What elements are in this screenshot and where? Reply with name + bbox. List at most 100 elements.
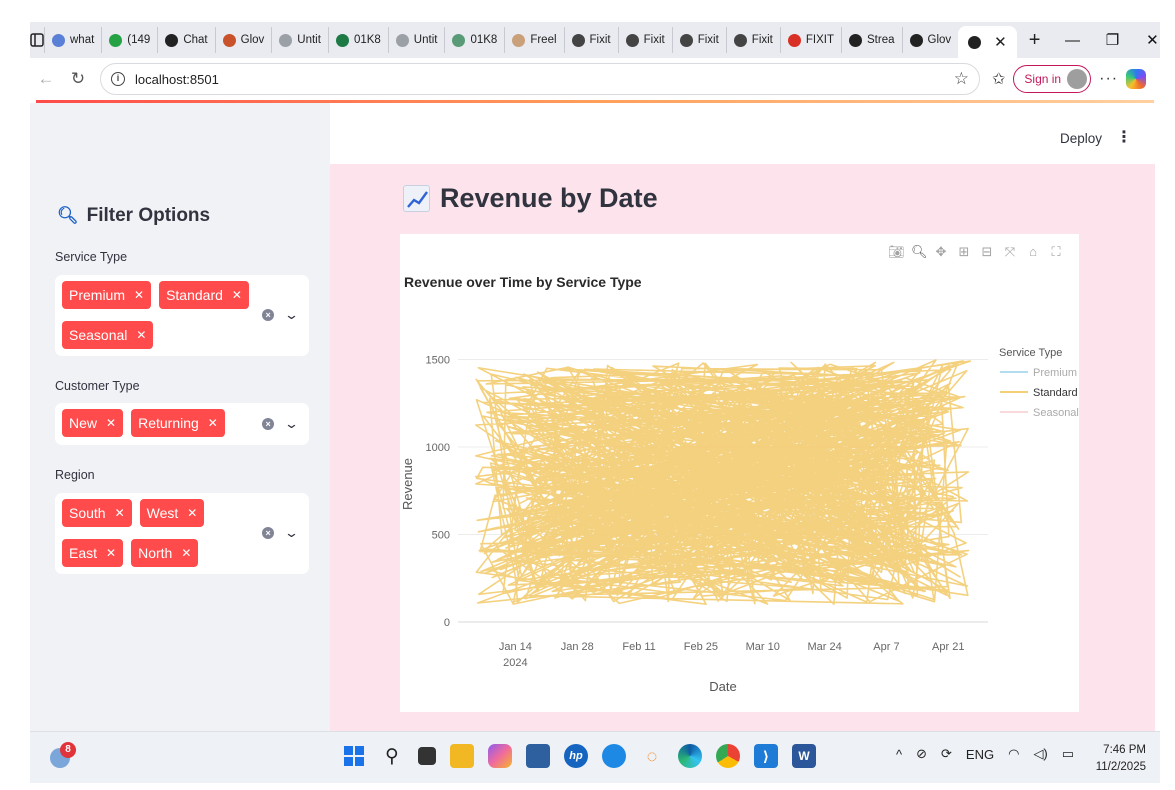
tab-title: Glov xyxy=(927,34,952,46)
volume-icon[interactable]: ◁) xyxy=(1033,746,1047,762)
chip-returning[interactable]: Returning ✕ xyxy=(131,409,225,437)
browser-tab[interactable]: what xyxy=(44,27,101,53)
location-off-icon[interactable]: ⊘ xyxy=(916,746,927,762)
browser-tab[interactable]: Glov xyxy=(214,27,272,53)
word-icon[interactable]: W xyxy=(792,744,816,768)
plotly-chart[interactable]: 📷︎ 🔍︎ ✥ ⊞ ⊟ ⤧ ⌂ ⛶ Revenue over Time by S… xyxy=(400,234,1079,712)
url-input[interactable]: i localhost:8501 ☆ xyxy=(100,63,980,95)
deploy-button[interactable]: Deploy xyxy=(1060,131,1102,146)
hp-icon[interactable]: hp xyxy=(564,744,588,768)
remove-chip-icon[interactable]: ✕ xyxy=(134,288,144,302)
sync-icon[interactable]: ⟳ xyxy=(941,746,952,762)
language-indicator[interactable]: ENG xyxy=(966,747,994,762)
page-title-text: Revenue by Date xyxy=(440,183,658,213)
chip-seasonal[interactable]: Seasonal ✕ xyxy=(62,321,154,349)
clear-all-icon[interactable]: × xyxy=(262,309,275,321)
more-options-icon[interactable]: ··· xyxy=(1099,70,1118,88)
document-tab-icon xyxy=(279,33,293,47)
weather-app-icon[interactable] xyxy=(602,744,626,768)
browser-tab[interactable]: Untit xyxy=(387,27,445,53)
y-tick-label: 1000 xyxy=(426,442,450,454)
tab-title: Glov xyxy=(240,34,265,46)
back-arrow-icon[interactable]: ← xyxy=(30,69,62,89)
weather-widget[interactable]: 8 xyxy=(48,742,76,768)
browser-tab[interactable]: Untit xyxy=(271,27,328,53)
copilot-app-icon[interactable] xyxy=(488,744,512,768)
browser-tab[interactable]: Glov xyxy=(901,27,959,53)
customer-type-multiselect[interactable]: New ✕ Returning ✕ × ⌄ xyxy=(55,403,309,445)
copilot-icon[interactable] xyxy=(1126,69,1147,89)
chip-new[interactable]: New ✕ xyxy=(62,409,124,437)
tab-actions-icon[interactable] xyxy=(30,22,44,58)
main-menu-icon[interactable]: ⋮ xyxy=(1116,127,1132,147)
remove-chip-icon[interactable]: ✕ xyxy=(208,416,218,430)
streamlit-tab-icon xyxy=(909,33,923,47)
close-window-button[interactable]: ✕ xyxy=(1132,31,1172,49)
sidebar: 🔍︎ Filter Options Service Type Premium ✕ … xyxy=(30,103,330,731)
favorites-icon[interactable]: ✩ xyxy=(992,69,1005,89)
chip-standard[interactable]: Standard ✕ xyxy=(159,281,249,309)
browser-tab[interactable]: Freel xyxy=(504,27,563,53)
store-icon[interactable] xyxy=(526,744,550,768)
browser-tab[interactable]: Fixit xyxy=(563,27,618,53)
search-icon[interactable]: ⚲ xyxy=(380,744,404,768)
chip-north[interactable]: North ✕ xyxy=(131,539,199,567)
page-title: Revenue by Date xyxy=(403,183,658,214)
chart-legend[interactable]: Service Type Premium Standard Seasonal xyxy=(999,347,1079,419)
y-axis-label: Revenue xyxy=(400,458,415,510)
chevron-up-icon[interactable]: ^ xyxy=(896,747,902,762)
start-icon[interactable] xyxy=(342,744,366,768)
remove-chip-icon[interactable]: ✕ xyxy=(115,506,125,520)
restore-button[interactable]: ❐ xyxy=(1092,31,1132,49)
chevron-down-icon[interactable]: ⌄ xyxy=(284,416,299,432)
service-type-multiselect[interactable]: Premium ✕ Standard ✕ Seasonal ✕ × ⌄ xyxy=(55,275,309,356)
close-tab-icon[interactable]: ✕ xyxy=(994,33,1007,51)
sign-in-button[interactable]: Sign in xyxy=(1013,65,1092,93)
chip-west[interactable]: West ✕ xyxy=(139,499,205,527)
new-tab-button[interactable]: + xyxy=(1017,29,1053,52)
region-multiselect[interactable]: South ✕ West ✕ East ✕ North ✕ × ⌄ xyxy=(55,493,309,574)
clear-all-icon[interactable]: × xyxy=(262,418,275,430)
site-info-icon[interactable]: i xyxy=(111,72,125,86)
task-view-icon[interactable] xyxy=(418,747,436,765)
browser-tab[interactable]: 01K8 xyxy=(327,27,388,53)
browser-tab[interactable]: Fixit xyxy=(725,27,780,53)
clock[interactable]: 7:46 PM 11/2/2025 xyxy=(1090,742,1146,776)
browser-tab[interactable]: Fixit xyxy=(617,27,672,53)
active-browser-tab[interactable]: ✕ xyxy=(958,26,1017,58)
edge-icon[interactable] xyxy=(678,744,702,768)
chevron-down-icon[interactable]: ⌄ xyxy=(284,525,299,541)
remove-chip-icon[interactable]: ✕ xyxy=(136,328,146,342)
browser-tab[interactable]: Chat xyxy=(157,27,214,53)
browser-tab[interactable]: Strea xyxy=(841,27,902,53)
clear-all-icon[interactable]: × xyxy=(262,527,275,539)
file-explorer-icon[interactable] xyxy=(450,744,474,768)
github-tab-icon xyxy=(733,33,747,47)
sidebar-title-text: Filter Options xyxy=(86,205,211,226)
refresh-icon[interactable]: ↻ xyxy=(62,69,94,89)
chip-south[interactable]: South ✕ xyxy=(62,499,132,527)
browser-tab[interactable]: Fixit xyxy=(671,27,726,53)
sign-in-label: Sign in xyxy=(1024,72,1062,86)
wifi-icon[interactable]: ◠ xyxy=(1008,746,1019,762)
jupyter-icon[interactable]: ◌ xyxy=(640,744,664,768)
chevron-down-icon[interactable]: ⌄ xyxy=(284,307,299,323)
remove-chip-icon[interactable]: ✕ xyxy=(106,546,116,560)
chip-east[interactable]: East ✕ xyxy=(62,539,124,567)
chip-premium[interactable]: Premium ✕ xyxy=(62,281,152,309)
minimize-button[interactable]: — xyxy=(1052,32,1092,49)
vscode-icon[interactable]: ⟩ xyxy=(754,744,778,768)
remove-chip-icon[interactable]: ✕ xyxy=(187,506,197,520)
battery-icon[interactable]: ▭ xyxy=(1062,746,1074,762)
remove-chip-icon[interactable]: ✕ xyxy=(232,288,242,302)
remove-chip-icon[interactable]: ✕ xyxy=(106,416,116,430)
customer-type-chips: New ✕ Returning ✕ xyxy=(62,409,252,437)
remove-chip-icon[interactable]: ✕ xyxy=(181,546,191,560)
browser-tab[interactable]: FIXIT xyxy=(779,27,841,53)
browser-tab[interactable]: (149 xyxy=(101,27,157,53)
chrome-icon[interactable] xyxy=(716,744,740,768)
glove-tab-icon xyxy=(222,33,236,47)
browser-tab[interactable]: 01K8 xyxy=(444,27,504,53)
tab-title: Chat xyxy=(183,34,208,46)
favorite-star-icon[interactable]: ☆ xyxy=(954,69,969,89)
